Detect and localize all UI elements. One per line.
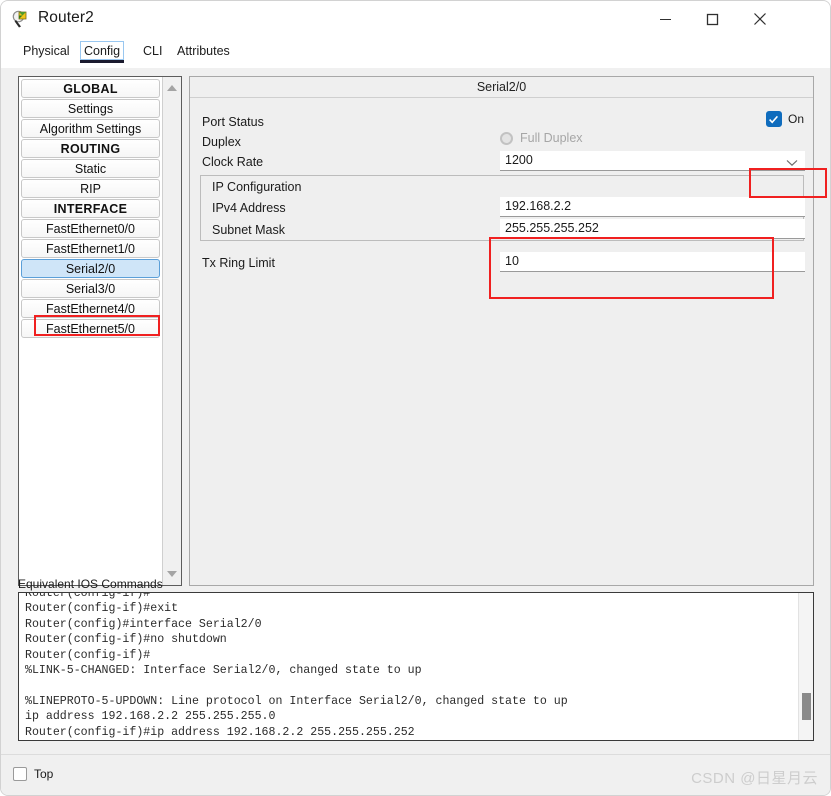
clock-rate-dropdown[interactable]: 1200	[500, 151, 805, 171]
scroll-down-icon[interactable]	[163, 565, 181, 583]
sidebar-item-settings[interactable]: Settings	[21, 99, 160, 118]
sidebar-item-serial2-0[interactable]: Serial2/0	[21, 259, 160, 278]
tx-ring-limit-value: 10	[505, 254, 519, 268]
tab-config[interactable]: Config	[80, 41, 125, 63]
tab-cli[interactable]: CLI	[139, 41, 166, 60]
config-tab-content: GLOBAL Settings Algorithm Settings ROUTI…	[1, 68, 830, 795]
sidebar-item-fastethernet5-0[interactable]: FastEthernet5/0	[21, 319, 160, 338]
port-status-on-label: On	[787, 112, 804, 126]
radio-unselected-icon	[500, 131, 513, 145]
top-checkbox[interactable]: Top	[13, 767, 53, 781]
close-button[interactable]	[736, 1, 783, 37]
sidebar-item-static[interactable]: Static	[21, 159, 160, 178]
subnet-mask-value: 255.255.255.252	[505, 221, 599, 235]
ios-commands-console[interactable]: Router(config-if)# Router(config-if)#exi…	[18, 592, 814, 741]
clock-rate-label: Clock Rate	[202, 155, 264, 169]
sidebar-section-routing: ROUTING	[21, 139, 160, 158]
minimize-button[interactable]	[642, 1, 689, 37]
ip-configuration-label: IP Configuration	[212, 180, 302, 194]
interface-config-panel: Serial2/0 Port Status On Duplex Full Dup…	[189, 76, 814, 586]
full-duplex-radio: Full Duplex	[500, 131, 583, 145]
subnet-mask-input[interactable]: 255.255.255.252	[500, 219, 805, 239]
tab-attributes[interactable]: Attributes	[173, 41, 234, 60]
port-status-label: Port Status	[202, 115, 264, 129]
clock-rate-value: 1200	[505, 153, 533, 167]
config-sidebar-list: GLOBAL Settings Algorithm Settings ROUTI…	[19, 77, 162, 585]
sidebar-item-fastethernet0-0[interactable]: FastEthernet0/0	[21, 219, 160, 238]
duplex-label: Duplex	[202, 135, 241, 149]
ios-console-scrollbar[interactable]	[798, 593, 813, 740]
ipv4-address-input[interactable]: 192.168.2.2	[500, 197, 805, 217]
scroll-up-icon[interactable]	[163, 79, 181, 97]
port-status-checkbox[interactable]: On	[765, 111, 804, 127]
sidebar-section-interface: INTERFACE	[21, 199, 160, 218]
sidebar-item-fastethernet1-0[interactable]: FastEthernet1/0	[21, 239, 160, 258]
watermark-text: CSDN @日星月云	[691, 770, 818, 787]
tx-ring-limit-label: Tx Ring Limit	[202, 256, 275, 270]
subnet-mask-label: Subnet Mask	[212, 223, 285, 237]
ios-commands-text: Router(config-if)# Router(config-if)#exi…	[25, 592, 568, 739]
top-checkbox-label: Top	[34, 767, 54, 781]
tx-ring-limit-input[interactable]: 10	[500, 252, 805, 272]
equivalent-ios-commands-label: Equivalent IOS Commands	[18, 577, 163, 591]
checkbox-checked-icon[interactable]	[765, 111, 782, 127]
maximize-button[interactable]	[689, 1, 736, 37]
sidebar-scrollbar[interactable]	[162, 77, 181, 585]
router-config-window: Router2 Physical Config CLI Attributes G…	[0, 0, 831, 796]
sidebar-item-serial3-0[interactable]: Serial3/0	[21, 279, 160, 298]
window-title: Router2	[38, 9, 94, 26]
sidebar-item-fastethernet4-0[interactable]: FastEthernet4/0	[21, 299, 160, 318]
tab-bar: Physical Config CLI Attributes	[1, 38, 830, 68]
sidebar-item-rip[interactable]: RIP	[21, 179, 160, 198]
packet-tracer-device-icon	[12, 10, 31, 29]
chevron-down-icon[interactable]	[786, 156, 798, 170]
sidebar-section-global: GLOBAL	[21, 79, 160, 98]
sidebar-item-algorithm-settings[interactable]: Algorithm Settings	[21, 119, 160, 138]
config-sidebar: GLOBAL Settings Algorithm Settings ROUTI…	[18, 76, 182, 586]
scrollbar-thumb[interactable]	[802, 693, 811, 720]
config-panel-title: Serial2/0	[190, 77, 813, 98]
ipv4-address-value: 192.168.2.2	[505, 199, 572, 213]
window-bottom-bar: Top CSDN @日星月云	[1, 754, 830, 795]
ipv4-address-label: IPv4 Address	[212, 201, 286, 215]
full-duplex-label: Full Duplex	[520, 131, 583, 145]
tab-physical[interactable]: Physical	[19, 41, 74, 60]
checkbox-unchecked-icon[interactable]	[13, 767, 27, 781]
window-title-bar: Router2	[1, 1, 830, 38]
